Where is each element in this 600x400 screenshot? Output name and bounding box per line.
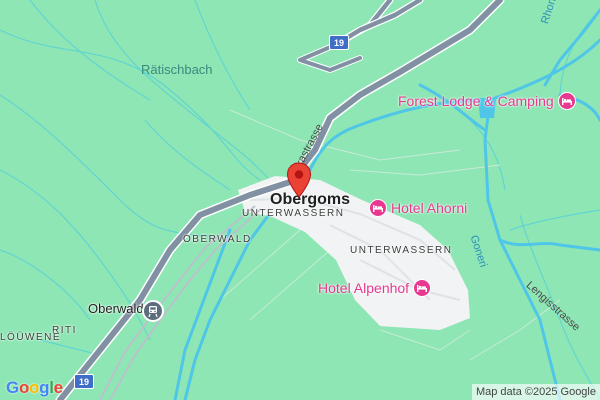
- poi-label: Hotel Alpenhof: [318, 280, 410, 296]
- poi-label: Forest Lodge & Camping: [398, 93, 554, 109]
- poi-hotel-ahorni[interactable]: Hotel Ahorni: [369, 199, 467, 217]
- place-label-louwene: LÖÜWENE: [0, 332, 62, 343]
- place-label-unterwassern-south: UNTERWASSERN: [350, 245, 453, 256]
- place-label-oberwald-area: OBERWALD: [183, 234, 252, 245]
- route-shield-19: 19: [329, 35, 349, 50]
- place-label-oberwald: Oberwald: [88, 301, 144, 316]
- place-label-unterwassern: UNTERWASSERN: [242, 208, 345, 219]
- poi-forest-lodge-camping[interactable]: Forest Lodge & Camping: [398, 92, 576, 110]
- hotel-icon: [557, 92, 576, 110]
- poi-label: Hotel Ahorni: [391, 200, 468, 216]
- route-shield-19-south: 19: [74, 374, 94, 389]
- location-pin-icon[interactable]: [286, 162, 312, 198]
- creek-label-ratischbach: Rätischbach: [141, 62, 213, 77]
- hotel-icon: [413, 279, 432, 297]
- poi-hotel-alpenhof[interactable]: Hotel Alpenhof: [318, 279, 432, 297]
- map-attribution[interactable]: Map data ©2025 Google: [471, 384, 600, 400]
- hotel-icon: [369, 199, 387, 217]
- google-logo: Google: [6, 378, 63, 397]
- train-station-icon[interactable]: [142, 300, 164, 322]
- map-canvas[interactable]: Obergoms UNTERWASSERN UNTERWASSERN OBERW…: [0, 0, 600, 400]
